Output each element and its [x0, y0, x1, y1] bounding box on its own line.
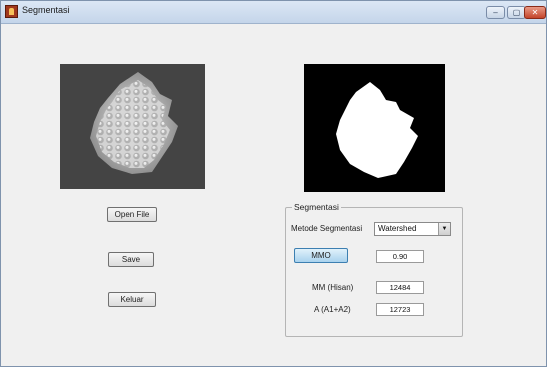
original-image-axes	[60, 64, 205, 189]
area-value-field[interactable]: 12723	[376, 303, 424, 316]
open-file-button[interactable]: Open File	[107, 207, 157, 222]
mmo-button[interactable]: MMO	[294, 248, 348, 263]
save-button[interactable]: Save	[108, 252, 154, 267]
area-label: A (A1+A2)	[314, 305, 351, 314]
original-image	[60, 64, 205, 189]
segmented-image-axes	[304, 64, 445, 192]
segmentasi-group-title: Segmentasi	[292, 202, 341, 212]
minimize-button[interactable]: –	[486, 6, 505, 19]
segmentasi-group: Segmentasi Metode Segmentasi Watershed ▼…	[285, 202, 463, 337]
mmo-value-field[interactable]: 0.90	[376, 250, 424, 263]
matlab-app-icon	[5, 5, 18, 18]
mm-value-field[interactable]: 12484	[376, 281, 424, 294]
method-select[interactable]: Watershed ▼	[374, 222, 451, 236]
window-title: Segmentasi	[22, 5, 70, 15]
exit-button[interactable]: Keluar	[108, 292, 156, 307]
app-window: Segmentasi – ▢ ✕ Open File Save Keluar S…	[0, 0, 547, 367]
dropdown-arrow-icon[interactable]: ▼	[438, 223, 450, 235]
method-selected-value: Watershed	[378, 224, 417, 233]
method-label: Metode Segmentasi	[291, 224, 363, 233]
mm-label: MM (Hisan)	[312, 283, 354, 292]
figure-area: Open File Save Keluar Segmentasi Metode …	[7, 24, 540, 361]
title-bar: Segmentasi – ▢ ✕	[1, 1, 546, 24]
close-button[interactable]: ✕	[524, 6, 546, 19]
segmented-image	[304, 64, 445, 192]
